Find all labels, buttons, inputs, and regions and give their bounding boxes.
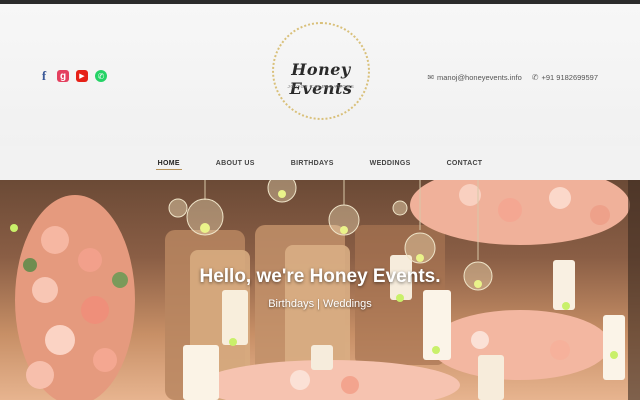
nav-weddings[interactable]: WEDDINGS [364, 146, 417, 180]
google-plus-icon[interactable]: g [57, 70, 69, 82]
nav-birthdays[interactable]: BIRTHDAYS [285, 146, 340, 180]
contact-info: ✉ manoj@honeyevents.info ✆ +91 918269959… [427, 73, 598, 82]
phone-text: +91 9182699597 [541, 73, 598, 82]
main-nav: HOME ABOUT US BIRTHDAYS WEDDINGS CONTACT [0, 146, 640, 180]
hero-banner: Hello, we're Honey Events. Birthdays | W… [0, 180, 640, 400]
hero-background-image [10, 180, 640, 400]
youtube-icon[interactable]: ▶ [76, 70, 88, 82]
hero-subtitle: Birthdays | Weddings [268, 298, 372, 310]
nav-contact[interactable]: CONTACT [441, 146, 489, 180]
whatsapp-icon[interactable]: ✆ [95, 70, 107, 82]
hero-title: Hello, we're Honey Events. [199, 266, 441, 287]
phone-icon: ✆ [531, 73, 539, 82]
phone-link[interactable]: ✆ +91 9182699597 [532, 73, 598, 82]
email-link[interactable]: ✉ manoj@honeyevents.info [427, 73, 521, 82]
envelope-icon: ✉ [427, 73, 435, 82]
nav-about-us[interactable]: ABOUT US [210, 146, 261, 180]
logo-name: Honey Events [289, 60, 353, 98]
logo-tagline: JOY OF CELEBRATIONS [287, 84, 355, 89]
email-text: manoj@honeyevents.info [437, 73, 522, 82]
social-links: f g ▶ ✆ [38, 68, 107, 83]
site-header: f g ▶ ✆ Honey Events JOY OF CELEBRATIONS… [0, 4, 640, 146]
site-logo[interactable]: Honey Events JOY OF CELEBRATIONS [272, 22, 370, 120]
facebook-icon[interactable]: f [38, 68, 50, 83]
nav-home[interactable]: HOME [152, 146, 186, 180]
